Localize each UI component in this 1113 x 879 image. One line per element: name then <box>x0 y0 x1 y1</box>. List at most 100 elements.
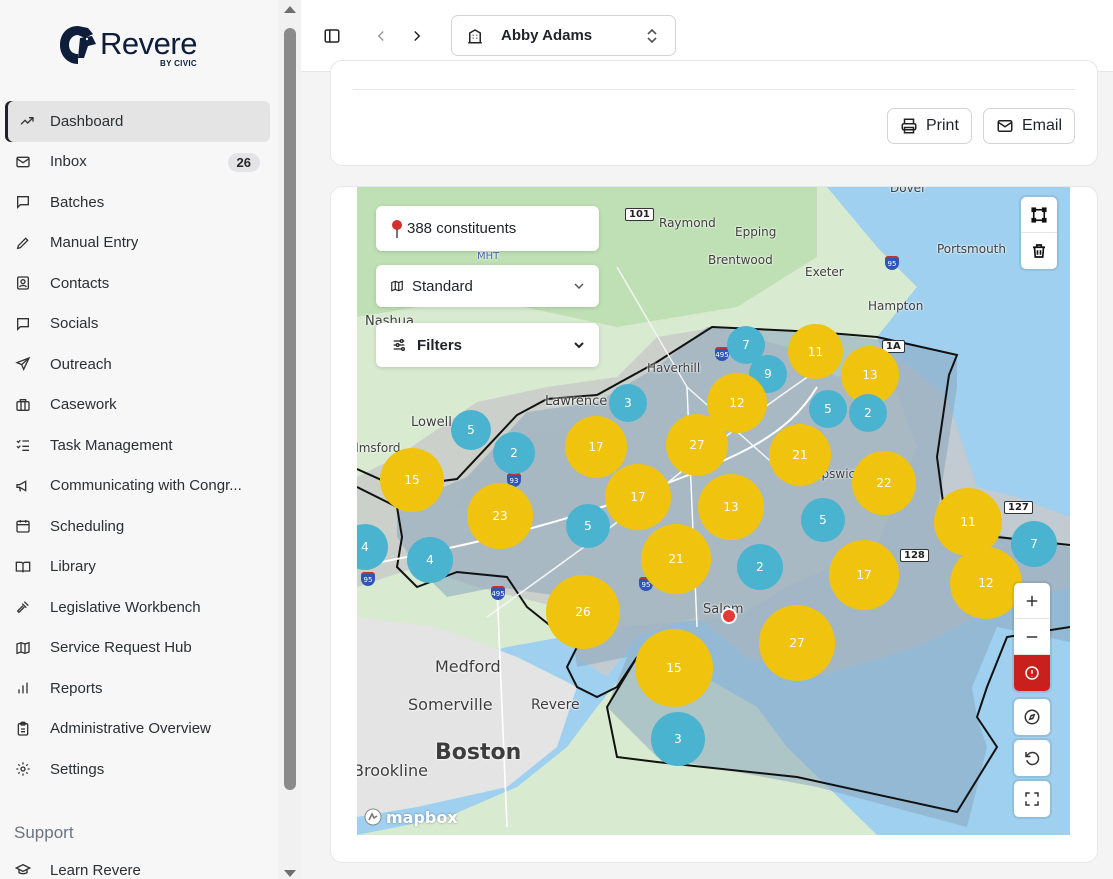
cluster-marker[interactable]: 11 <box>934 488 1002 556</box>
map-icon <box>391 280 403 292</box>
cluster-marker[interactable]: 2 <box>849 394 887 432</box>
graduation-cap-icon <box>14 861 32 879</box>
place-label: Brookline <box>357 761 428 780</box>
scroll-thumb[interactable] <box>284 28 296 790</box>
cluster-marker[interactable]: 11 <box>788 324 843 379</box>
sidebar-scrollbar[interactable] <box>279 0 301 879</box>
cluster-marker[interactable]: 7 <box>1011 521 1057 567</box>
sidebar-item-casework[interactable]: Casework <box>5 385 270 426</box>
mail-icon <box>997 120 1013 132</box>
sidebar-item-legislative-workbench[interactable]: Legislative Workbench <box>5 587 270 628</box>
sidebar-item-label: Task Management <box>50 436 173 454</box>
actions-card: Print Email <box>330 60 1098 166</box>
cluster-marker[interactable]: 13 <box>698 474 764 540</box>
sidebar-toggle-button[interactable] <box>321 25 343 47</box>
cluster-marker[interactable]: 23 <box>467 483 533 549</box>
cluster-marker[interactable]: 22 <box>852 451 916 515</box>
cluster-marker[interactable]: 4 <box>407 537 453 583</box>
cluster-marker[interactable]: 3 <box>609 384 647 422</box>
sidebar-item-socials[interactable]: Socials <box>5 304 270 345</box>
sidebar-item-library[interactable]: Library <box>5 547 270 588</box>
print-button[interactable]: Print <box>887 108 972 144</box>
cluster-marker[interactable]: 5 <box>451 410 491 450</box>
fullscreen-icon <box>1025 792 1039 806</box>
sidebar-item-settings[interactable]: Settings <box>5 749 270 790</box>
support-heading: Support <box>14 823 74 842</box>
zoom-out-button[interactable] <box>1014 619 1050 655</box>
constituent-map[interactable]: Dover Raymond Epping Portsmouth Brentwoo… <box>357 187 1070 835</box>
back-button[interactable] <box>370 25 392 47</box>
printer-icon <box>901 118 917 134</box>
zoom-controls <box>1014 583 1050 691</box>
sidebar-item-label: Contacts <box>50 274 110 292</box>
print-label: Print <box>926 117 959 134</box>
place-label: Exeter <box>805 265 844 279</box>
rotate-ccw-icon <box>1025 751 1040 766</box>
cluster-marker[interactable]: 27 <box>666 414 728 476</box>
forward-button[interactable] <box>406 25 428 47</box>
cluster-marker[interactable]: 5 <box>809 390 847 428</box>
sidebar-item-scheduling[interactable]: Scheduling <box>5 506 270 547</box>
sidebar-item-communicating-with-congress[interactable]: Communicating with Congr... <box>5 466 270 507</box>
sidebar-item-learn-revere[interactable]: Learn Revere <box>5 850 270 879</box>
revere-logo[interactable]: Revere BY CIVIC <box>58 24 228 72</box>
gear-icon <box>14 760 32 778</box>
sidebar-item-batches[interactable]: Batches <box>5 182 270 223</box>
book-open-icon <box>14 558 32 576</box>
scroll-down-arrow-icon[interactable] <box>284 870 296 877</box>
cluster-marker[interactable]: 17 <box>829 540 899 610</box>
sidebar-item-label: Inbox <box>50 153 87 171</box>
cluster-marker[interactable]: 15 <box>635 629 713 707</box>
sidebar-item-label: Socials <box>50 315 99 333</box>
place-label: Medford <box>435 657 501 676</box>
map-style-select[interactable]: Standard <box>376 265 599 307</box>
email-label: Email <box>1022 117 1063 134</box>
reset-view-button[interactable] <box>1014 740 1050 776</box>
pin-icon <box>392 219 402 238</box>
cluster-marker[interactable]: 26 <box>546 575 620 649</box>
sidebar-item-reports[interactable]: Reports <box>5 668 270 709</box>
polygon-icon <box>1031 206 1047 223</box>
cluster-marker[interactable]: 17 <box>565 416 627 478</box>
sidebar-item-manual-entry[interactable]: Manual Entry <box>5 223 270 264</box>
zoom-in-button[interactable] <box>1014 583 1050 619</box>
inbox-count-badge: 26 <box>227 152 260 172</box>
sidebar-item-label: Dashboard <box>50 112 124 130</box>
alert-button[interactable] <box>1014 655 1050 691</box>
cluster-marker[interactable]: 21 <box>769 424 831 486</box>
reset-bearing-button[interactable] <box>1014 699 1050 735</box>
fullscreen-button[interactable] <box>1014 781 1050 817</box>
plus-icon <box>1026 595 1038 606</box>
cluster-marker[interactable]: 15 <box>380 448 444 512</box>
sidebar-item-label: Reports <box>50 679 103 697</box>
cluster-marker[interactable]: 5 <box>566 504 610 548</box>
cluster-marker[interactable]: 17 <box>605 464 671 530</box>
cluster-marker[interactable]: 2 <box>493 432 535 474</box>
scroll-up-arrow-icon[interactable] <box>284 6 296 13</box>
sidebar-item-contacts[interactable]: Contacts <box>5 263 270 304</box>
sidebar-item-task-management[interactable]: Task Management <box>5 425 270 466</box>
cluster-marker[interactable]: 3 <box>651 712 705 766</box>
cluster-marker[interactable]: 27 <box>759 605 835 681</box>
filters-button[interactable]: Filters <box>376 323 599 367</box>
sidebar-item-inbox[interactable]: Inbox 26 <box>5 142 270 183</box>
sidebar-item-administrative-overview[interactable]: Administrative Overview <box>5 709 270 750</box>
sidebar-item-label: Administrative Overview <box>50 720 211 738</box>
cluster-marker[interactable]: 2 <box>737 544 783 590</box>
draw-polygon-button[interactable] <box>1021 197 1057 233</box>
cluster-marker[interactable]: 5 <box>801 498 845 542</box>
office-user-select[interactable]: Abby Adams <box>451 15 676 56</box>
sidebar-item-service-request-hub[interactable]: Service Request Hub <box>5 628 270 669</box>
draw-controls <box>1021 197 1057 269</box>
chevron-up-down-icon <box>647 28 657 44</box>
email-button[interactable]: Email <box>983 108 1076 144</box>
selected-location-marker[interactable] <box>721 608 737 624</box>
delete-shape-button[interactable] <box>1021 233 1057 269</box>
cluster-marker[interactable]: 21 <box>641 524 711 594</box>
mapbox-attribution[interactable]: mapbox <box>363 807 458 827</box>
sidebar-item-outreach[interactable]: Outreach <box>5 344 270 385</box>
sidebar-item-dashboard[interactable]: Dashboard <box>5 101 270 142</box>
place-label: Revere <box>531 697 580 713</box>
cluster-marker[interactable]: 12 <box>950 547 1022 619</box>
interstate-shield: 95 <box>361 572 375 586</box>
